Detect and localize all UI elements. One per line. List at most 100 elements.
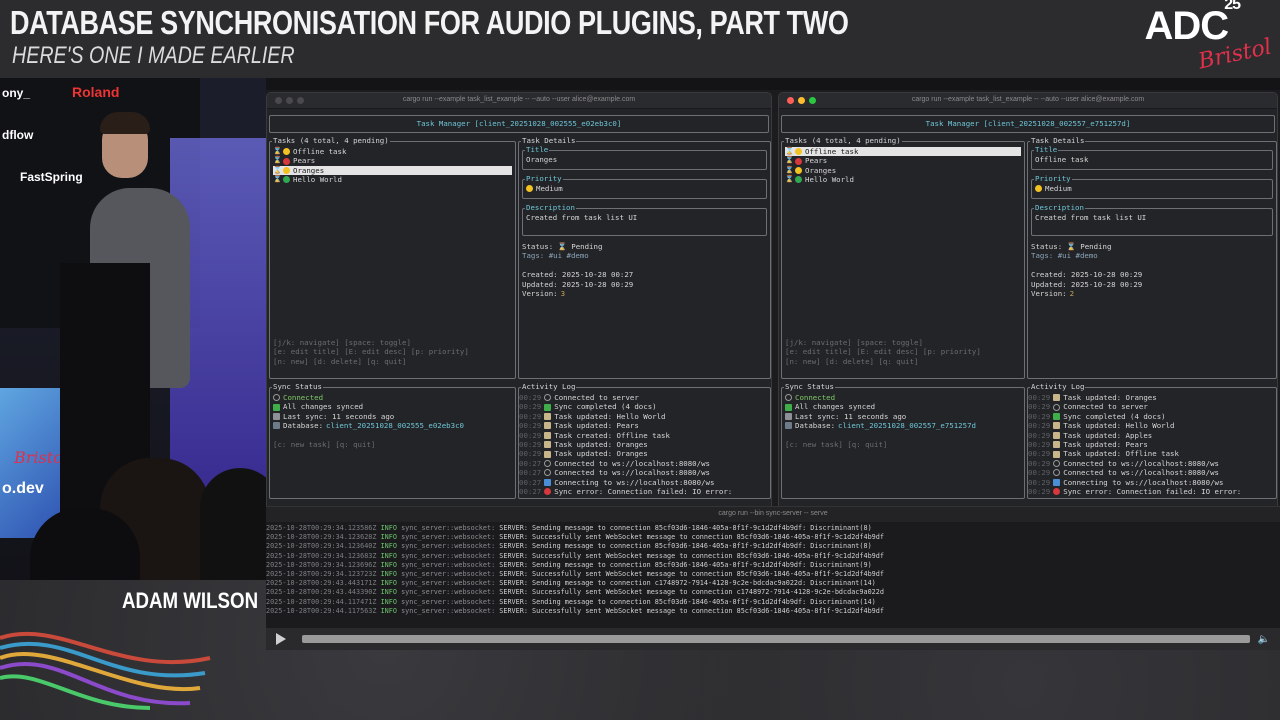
task-name: Oranges [293,165,325,175]
created-line: Created: 2025-10-28 00:27 [522,270,634,280]
description-field[interactable]: Description Created from task list UI [1031,203,1273,236]
help-line: [n: new] [d: delete] [q: quit] [785,356,919,366]
description-field-label: Description [525,203,576,212]
log-level: INFO [380,597,397,606]
priority-field[interactable]: Priority Medium [522,174,767,199]
help-line: [e: edit title] [E: edit desc] [p: prior… [785,347,981,357]
list-item[interactable]: ⌛ Offline task [785,147,1021,157]
link-icon [544,394,552,402]
server-titlebar[interactable]: cargo run --bin sync-server -- serve [266,507,1280,523]
log-message: SERVER: Sending message to connection 85… [499,524,872,532]
app-header-text: Task Manager [client_20251028_002555_e02… [416,119,622,128]
document-icon [1053,394,1061,402]
priority-field-value: Medium [1035,184,1072,193]
log-entry: 00:29 Connected to ws://localhost:8080/ws [1028,459,1273,468]
task-details-title: Task Details [1030,136,1086,145]
task-list: ⌛ Offline task ⌛ Pears ⌛ Oranges ⌛ Hello World [785,147,1021,185]
log-timestamp: 00:29 [1028,439,1051,449]
log-message: SERVER: Successfully sent WebSocket mess… [499,570,884,579]
hourglass-icon: ⌛ [785,156,794,165]
log-entry: 00:29 Sync error: Connection failed: IO e… [1028,487,1273,496]
list-item[interactable]: ⌛ Hello World [785,175,1021,184]
title-field[interactable]: Title Offline task [1031,145,1273,170]
log-message: SERVER: Sending message to connection c1… [499,579,876,588]
window-titlebar[interactable]: cargo run --example task_list_example --… [267,93,771,109]
sync-status-list: Connected All changes synced Last sync: 11… [785,393,1021,449]
log-entry: 00:29 Connecting to ws://localhost:8080/w… [1028,478,1273,487]
title-field[interactable]: Title Oranges [522,145,767,170]
last-sync: Last sync: 11 seconds ago [273,412,512,421]
log-text: Connected to server [1063,402,1148,412]
priority-yellow-icon [283,166,290,174]
log-text: Task updated: Apples [1063,430,1153,440]
updated-line: Updated: 2025-10-28 00:29 [522,279,634,289]
priority-yellow-icon [795,166,802,174]
activity-log-list: 00:29 Task updated: Oranges 00:29 Connected… [1028,393,1273,496]
version-value: 2 [1069,288,1075,298]
log-entry: 00:29 Sync completed (4 docs) [519,402,767,411]
link-icon [273,394,280,402]
server-log-line: 2025-10-28T00:29:34.123683Z INFO sync_se… [266,552,1280,561]
task-list: ⌛ Offline task ⌛ Pears ⌛ Oranges ⌛ Hello World [273,147,512,185]
description-field[interactable]: Description Created from task list UI [522,203,767,236]
log-timestamp: 2025-10-28T00:29:34.123586Z [266,524,377,532]
log-module: sync_server::websocket: [401,533,496,542]
version-value: 3 [560,288,566,298]
activity-log-title: Activity Log [521,382,577,391]
title-field-value: Oranges [526,155,558,164]
sync-state-text: All changes synced [795,402,876,412]
clock-icon [273,412,280,420]
list-item[interactable]: ⌛ Oranges [273,165,512,176]
priority-text: Medium [1045,184,1072,193]
log-level: INFO [380,533,397,542]
screen-share: cargo run --example task_list_example --… [266,78,1280,650]
log-entry: 00:29 Connected to ws://localhost:8080/ws [1028,468,1273,477]
hourglass-icon: ⌛ [273,156,282,165]
play-icon[interactable] [276,633,286,645]
hourglass-icon: ⌛ [785,147,794,155]
sponsor-logo: ony_ [2,86,31,100]
version-label: Version: [522,288,558,298]
log-timestamp: 00:29 [519,430,542,440]
log-text: Task updated: Oranges [554,449,648,459]
log-level: INFO [380,524,397,532]
list-item[interactable]: ⌛ Pears [273,156,512,165]
list-item[interactable]: ⌛ Pears [785,156,1021,165]
list-item[interactable]: ⌛ Offline task [273,147,512,156]
priority-field-label: Priority [1034,174,1072,183]
cables-decoration [0,631,211,710]
last-sync-text: Last sync: 11 seconds ago [283,411,395,421]
updated-line: Updated: 2025-10-28 00:29 [1031,279,1143,289]
scrub-bar[interactable] [302,635,1250,643]
log-timestamp: 00:29 [519,421,542,431]
title-field-label: Title [1034,145,1059,154]
list-item[interactable]: ⌛ Oranges [785,166,1021,175]
window-title: cargo run --example task_list_example --… [911,96,1145,103]
list-item[interactable]: ⌛ Hello World [273,175,512,184]
log-text: Task updated: Hello World [554,411,666,421]
log-timestamp: 00:29 [519,449,542,459]
task-name: Oranges [805,165,837,175]
server-terminal[interactable]: cargo run --bin sync-server -- serve 2025… [266,506,1280,650]
log-entry: 00:29 Task updated: Pears [1028,440,1273,449]
logo-year: 25 [1224,0,1241,13]
error-icon [1053,488,1061,496]
window-titlebar[interactable]: cargo run --example task_list_example --… [779,93,1277,109]
log-module: sync_server::websocket: [401,597,496,606]
desktop-bar [266,78,1280,90]
last-sync: Last sync: 11 seconds ago [785,412,1021,421]
log-timestamp: 00:29 [1028,421,1051,431]
task-name: Offline task [293,147,347,156]
sync-help: [c: new task] [q: quit] [273,439,376,449]
check-icon [544,403,552,411]
hourglass-icon: ⌛ [273,165,282,174]
priority-field[interactable]: Priority Medium [1031,174,1273,199]
activity-log-title: Activity Log [1030,382,1086,391]
volume-icon[interactable]: 🔈 [1258,634,1270,645]
log-entry: 00:27 Connected to ws://localhost:8080/ws [519,468,767,477]
terminal-window[interactable]: cargo run --example task_list_example --… [778,92,1278,512]
database-line: Database: client_20251028_002557_e751257d [785,421,1021,430]
terminal-window[interactable]: cargo run --example task_list_example --… [266,92,772,512]
